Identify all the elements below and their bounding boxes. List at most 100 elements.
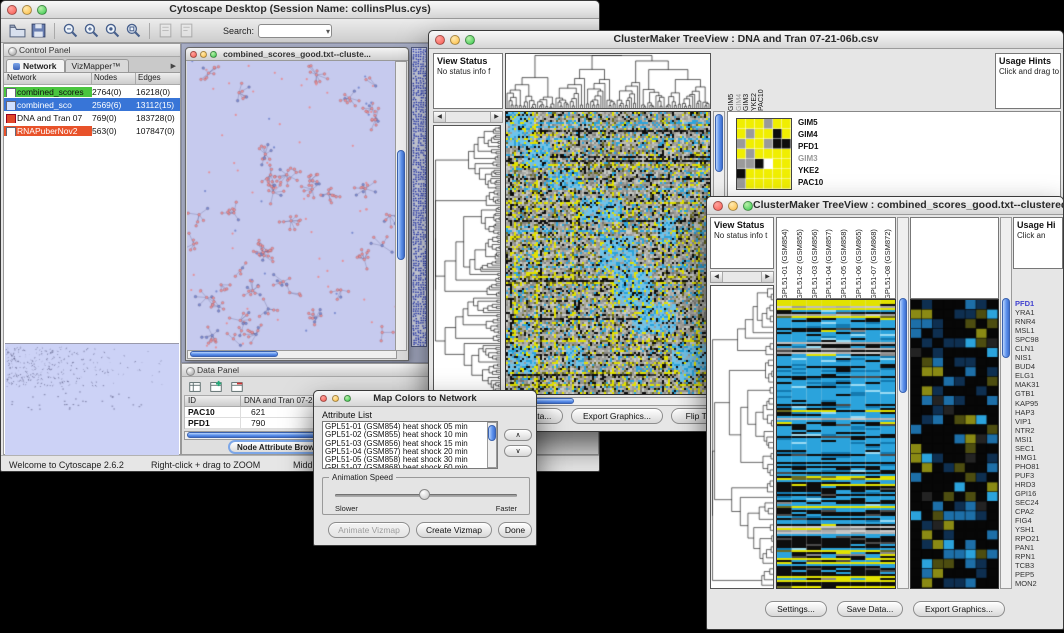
titlebar-cytoscape[interactable]: Cytoscape Desktop (Session Name: collins… xyxy=(1,1,599,19)
close-button[interactable] xyxy=(190,51,197,58)
zoom-selected-icon[interactable] xyxy=(104,22,121,39)
gene-label[interactable]: HMG1 xyxy=(1015,453,1063,462)
network-view-canvas[interactable] xyxy=(187,61,397,351)
close-button[interactable] xyxy=(7,5,17,15)
gene-label[interactable]: YKE2 xyxy=(798,165,842,177)
gene-label[interactable]: PFD1 xyxy=(798,141,842,153)
column-label[interactable]: GPL51-01 (GSM854) xyxy=(777,218,792,299)
heatmap-canvas[interactable] xyxy=(505,111,711,395)
vertical-scrollbar[interactable] xyxy=(487,422,497,468)
gene-label[interactable]: YSH1 xyxy=(1015,525,1063,534)
gene-label[interactable]: RNR4 xyxy=(1015,317,1063,326)
zoom-window-button[interactable] xyxy=(37,5,47,15)
gene-label[interactable]: PUF3 xyxy=(1015,471,1063,480)
animate-vizmap-button[interactable]: Animate Vizmap xyxy=(328,522,410,538)
gene-label[interactable]: NTR2 xyxy=(1015,426,1063,435)
open-session-icon[interactable] xyxy=(9,22,26,39)
scroll-right-button[interactable]: ▶ xyxy=(761,272,773,282)
done-button[interactable]: Done xyxy=(498,522,532,538)
save-session-icon[interactable] xyxy=(30,22,47,39)
zoom-heatmap-canvas[interactable] xyxy=(910,299,999,589)
gene-label[interactable]: VIP1 xyxy=(1015,417,1063,426)
network-list-row[interactable]: DNA and Tran 07769(0)183728(0) xyxy=(4,111,180,124)
horizontal-scrollbar[interactable]: ◀ ▶ xyxy=(433,111,503,123)
save-data-button[interactable]: Save Data... xyxy=(837,601,903,617)
zoom-window-button[interactable] xyxy=(743,201,753,211)
column-label[interactable]: GPL51-06 (GSM865) xyxy=(851,218,866,299)
zoom-out-icon[interactable] xyxy=(62,22,79,39)
minimize-button[interactable] xyxy=(22,5,32,15)
gene-label[interactable]: RPN1 xyxy=(1015,552,1063,561)
network-list-row[interactable]: combined_sco2569(6)13112(15) xyxy=(4,98,180,111)
gene-label[interactable]: PHO81 xyxy=(1015,462,1063,471)
row-dendrogram-canvas[interactable] xyxy=(710,285,774,589)
gene-label[interactable]: MSL1 xyxy=(1015,326,1063,335)
close-button[interactable] xyxy=(435,35,445,45)
column-label[interactable]: GIM3 xyxy=(743,53,751,111)
horizontal-scrollbar[interactable]: ◀ ▶ xyxy=(710,271,774,283)
gene-label[interactable]: ELG1 xyxy=(1015,371,1063,380)
network-list-row[interactable]: RNAPuberNov2563(0)107847(0) xyxy=(4,124,180,137)
gene-label[interactable]: GIM3 xyxy=(798,153,842,165)
minimize-button[interactable] xyxy=(728,201,738,211)
zoom-window-button[interactable] xyxy=(465,35,475,45)
column-dendrogram-canvas[interactable] xyxy=(505,53,711,109)
zoom-fit-icon[interactable] xyxy=(125,22,142,39)
minimize-button[interactable] xyxy=(200,51,207,58)
slider-thumb[interactable] xyxy=(419,489,430,500)
scrollbar-track[interactable] xyxy=(446,112,490,122)
dropdown-arrow-icon[interactable]: ▾ xyxy=(326,26,330,37)
vertical-scrollbar[interactable] xyxy=(1000,217,1012,589)
gene-label[interactable]: BUD4 xyxy=(1015,362,1063,371)
column-label[interactable]: GPL51-08 (GSM872) xyxy=(880,218,895,299)
gene-label[interactable]: MAK31 xyxy=(1015,380,1063,389)
titlebar-treeview-dna[interactable]: ClusterMaker TreeView : DNA and Tran 07-… xyxy=(429,31,1063,49)
column-label[interactable]: GIM5 xyxy=(728,53,736,111)
scrollbar-thumb[interactable] xyxy=(1002,298,1010,358)
zoom-heatmap-canvas[interactable] xyxy=(736,118,792,190)
tab-vizmapper[interactable]: VizMapper™ xyxy=(65,59,129,72)
move-down-button[interactable]: ∨ xyxy=(504,445,532,457)
zoom-in-icon[interactable] xyxy=(83,22,100,39)
scrollbar-track[interactable] xyxy=(723,272,761,282)
scroll-right-button[interactable]: ▶ xyxy=(490,112,502,122)
scrollbar-thumb[interactable] xyxy=(488,425,496,441)
heatmap-canvas[interactable] xyxy=(776,299,896,589)
scrollbar-thumb[interactable] xyxy=(190,351,278,357)
gene-label[interactable]: SEC1 xyxy=(1015,444,1063,453)
gene-label[interactable]: GTB1 xyxy=(1015,389,1063,398)
export-graphics-button[interactable]: Export Graphics... xyxy=(913,601,1005,617)
gene-label[interactable]: KAP95 xyxy=(1015,399,1063,408)
gene-label[interactable]: MSI1 xyxy=(1015,435,1063,444)
attribute-create-icon[interactable] xyxy=(209,380,223,394)
gene-label[interactable]: PAN1 xyxy=(1015,543,1063,552)
attribute-delete-icon[interactable] xyxy=(230,380,244,394)
tab-network[interactable]: Network xyxy=(6,59,65,72)
gene-label[interactable]: HAP3 xyxy=(1015,408,1063,417)
column-label[interactable]: GPL51-04 (GSM857) xyxy=(821,218,836,299)
attribute-list[interactable]: GPL51-01 (GSM854) heat shock 05 minGPL51… xyxy=(322,421,498,469)
horizontal-scrollbar[interactable] xyxy=(187,350,397,359)
scroll-left-button[interactable]: ◀ xyxy=(434,112,446,122)
close-button[interactable] xyxy=(713,201,723,211)
network-list-row[interactable]: combined_scores2764(0)16218(0) xyxy=(4,85,180,98)
gene-label[interactable]: CLN1 xyxy=(1015,344,1063,353)
gene-label[interactable]: SEC24 xyxy=(1015,498,1063,507)
zoom-window-button[interactable] xyxy=(344,395,351,402)
gene-label[interactable]: FIG4 xyxy=(1015,516,1063,525)
column-label[interactable]: PAC10 xyxy=(758,53,766,111)
column-label[interactable]: GPL51-02 (GSM855) xyxy=(792,218,807,299)
gene-label[interactable]: CPA2 xyxy=(1015,507,1063,516)
gene-label[interactable]: GIM5 xyxy=(798,117,842,129)
gene-label[interactable]: NIS1 xyxy=(1015,353,1063,362)
scrollbar-thumb[interactable] xyxy=(397,150,405,260)
gene-label[interactable]: TCB3 xyxy=(1015,561,1063,570)
move-up-button[interactable]: ∧ xyxy=(504,429,532,441)
gene-label[interactable]: PAC10 xyxy=(798,177,842,189)
column-label[interactable]: GPL51-07 (GSM868) xyxy=(866,218,881,299)
background-network-window[interactable] xyxy=(411,47,427,347)
search-input[interactable]: ▾ xyxy=(258,24,332,38)
titlebar-treeview-combined[interactable]: ClusterMaker TreeView : combined_scores_… xyxy=(707,197,1063,215)
scroll-left-button[interactable]: ◀ xyxy=(711,272,723,282)
scrollbar-thumb[interactable] xyxy=(715,114,723,172)
